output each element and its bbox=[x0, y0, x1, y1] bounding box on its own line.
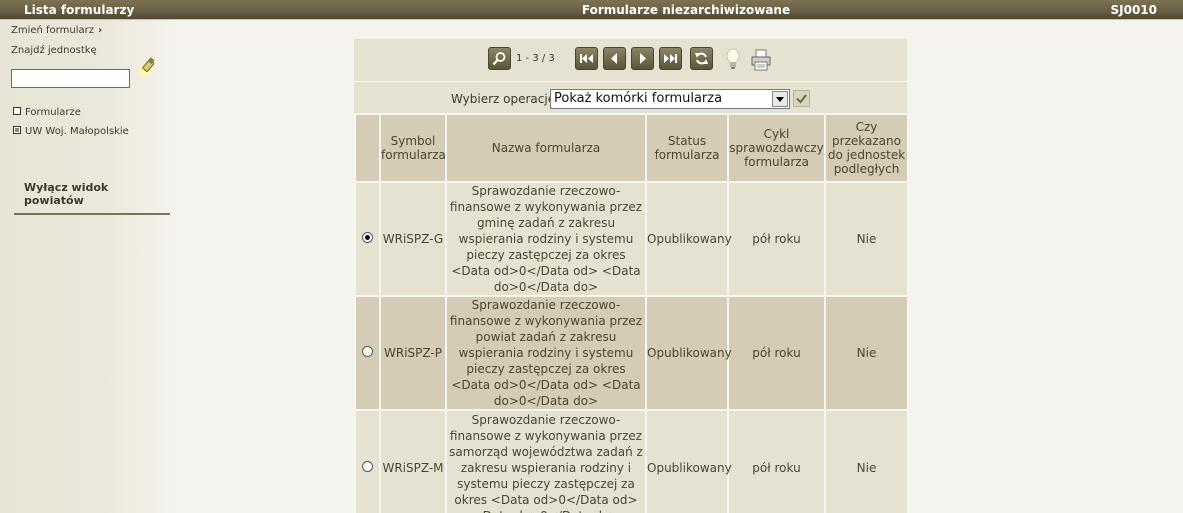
operation-selected-value: Pokaż komórki formularza bbox=[554, 91, 723, 106]
prev-page-icon[interactable] bbox=[603, 47, 626, 70]
chevron-right-icon: › bbox=[97, 25, 103, 36]
operation-bar: Wybierz operację: Pokaż komórki formular… bbox=[354, 81, 907, 113]
hint-bulb-icon[interactable] bbox=[724, 48, 742, 72]
print-icon[interactable] bbox=[751, 49, 771, 71]
row-select-cell[interactable] bbox=[354, 409, 381, 513]
table-row[interactable]: WRiSPZ-P Sprawozdanie rzeczowo-finansowe… bbox=[354, 295, 909, 411]
screen-code: SJ0010 bbox=[1110, 3, 1157, 17]
status-cell: Opublikowany bbox=[645, 409, 732, 513]
select-column-header bbox=[354, 113, 381, 183]
cycle-cell: pół roku bbox=[727, 181, 826, 297]
first-page-icon[interactable] bbox=[575, 47, 598, 70]
column-header-symbol: Symbol formularza bbox=[379, 113, 447, 183]
pager-toolbar: 1 - 3 / 3 bbox=[354, 39, 907, 81]
forms-panel: 1 - 3 / 3 Wybierz operację: Pokaż komórk… bbox=[354, 39, 909, 513]
tree-toggle-icon[interactable] bbox=[13, 126, 21, 134]
checkmark-icon bbox=[796, 94, 807, 104]
last-page-icon[interactable] bbox=[659, 47, 682, 70]
change-form-link[interactable]: Zmień formularz › bbox=[11, 25, 102, 36]
forms-table: Symbol formularza Nazwa formularza Statu… bbox=[354, 113, 909, 513]
name-cell: Sprawozdanie rzeczowo-finansowe z wykony… bbox=[445, 295, 647, 411]
tree-item-label: UW Woj. Małopolskie bbox=[25, 126, 129, 137]
table-header-row: Symbol formularza Nazwa formularza Statu… bbox=[354, 113, 909, 183]
refresh-icon[interactable] bbox=[690, 47, 713, 70]
row-select-cell[interactable] bbox=[354, 295, 381, 411]
row-radio[interactable] bbox=[362, 461, 373, 472]
row-radio[interactable] bbox=[362, 232, 373, 243]
passed-cell: Nie bbox=[824, 409, 909, 513]
status-cell: Opublikowany bbox=[645, 181, 732, 297]
tree-item-formularze[interactable]: Formularze bbox=[13, 107, 81, 118]
tree-item-label: Formularze bbox=[25, 107, 81, 118]
title-bar: Lista formularzy Formularze niezarchiwiz… bbox=[0, 0, 1183, 20]
name-cell: Sprawozdanie rzeczowo-finansowe z wykony… bbox=[445, 409, 647, 513]
sidebar: Zmień formularz › Znajdź jednostkę Formul… bbox=[0, 20, 180, 513]
confirm-operation-button[interactable] bbox=[793, 90, 810, 107]
page-info: 1 - 3 / 3 bbox=[516, 53, 555, 64]
symbol-cell: WRiSPZ-M bbox=[379, 409, 447, 513]
operation-select[interactable]: Pokaż komórki formularza bbox=[550, 89, 790, 109]
table-row[interactable]: WRiSPZ-G Sprawozdanie rzeczowo-finansowe… bbox=[354, 181, 909, 297]
find-unit-label: Znajdź jednostkę bbox=[11, 45, 97, 56]
next-page-icon[interactable] bbox=[631, 47, 654, 70]
search-icon[interactable] bbox=[488, 47, 511, 70]
chevron-down-icon[interactable] bbox=[772, 91, 788, 107]
symbol-cell: WRiSPZ-P bbox=[379, 295, 447, 411]
tree-toggle-icon[interactable] bbox=[13, 107, 21, 115]
passed-cell: Nie bbox=[824, 295, 909, 411]
page-title: Formularze niezarchiwizowane bbox=[581, 3, 791, 17]
column-header-status: Status formularza bbox=[645, 113, 729, 183]
passed-cell: Nie bbox=[824, 181, 909, 297]
flashlight-search-icon[interactable] bbox=[137, 56, 159, 78]
symbol-cell: WRiSPZ-G bbox=[379, 181, 447, 297]
unit-search-input[interactable] bbox=[11, 69, 130, 88]
operation-label: Wybierz operację: bbox=[451, 92, 560, 106]
column-header-passed: Czy przekazano do jednostek podległych bbox=[824, 113, 909, 183]
status-cell: Opublikowany bbox=[645, 295, 732, 411]
column-header-name: Nazwa formularza bbox=[445, 113, 647, 183]
cycle-cell: pół roku bbox=[727, 295, 826, 411]
tree-item-uw-woj-malopolskie[interactable]: UW Woj. Małopolskie bbox=[13, 126, 129, 137]
row-select-cell[interactable] bbox=[354, 181, 381, 297]
cycle-cell: pół roku bbox=[727, 409, 826, 513]
change-form-label: Zmień formularz bbox=[11, 25, 94, 36]
toggle-powiaty-button[interactable]: Wyłącz widok powiatów bbox=[14, 178, 170, 215]
table-row[interactable]: WRiSPZ-M Sprawozdanie rzeczowo-finansowe… bbox=[354, 409, 909, 513]
column-header-cycle: Cykl sprawozdawczy formularza bbox=[727, 113, 826, 183]
name-cell: Sprawozdanie rzeczowo-finansowe z wykony… bbox=[445, 181, 647, 297]
row-radio[interactable] bbox=[362, 346, 373, 357]
